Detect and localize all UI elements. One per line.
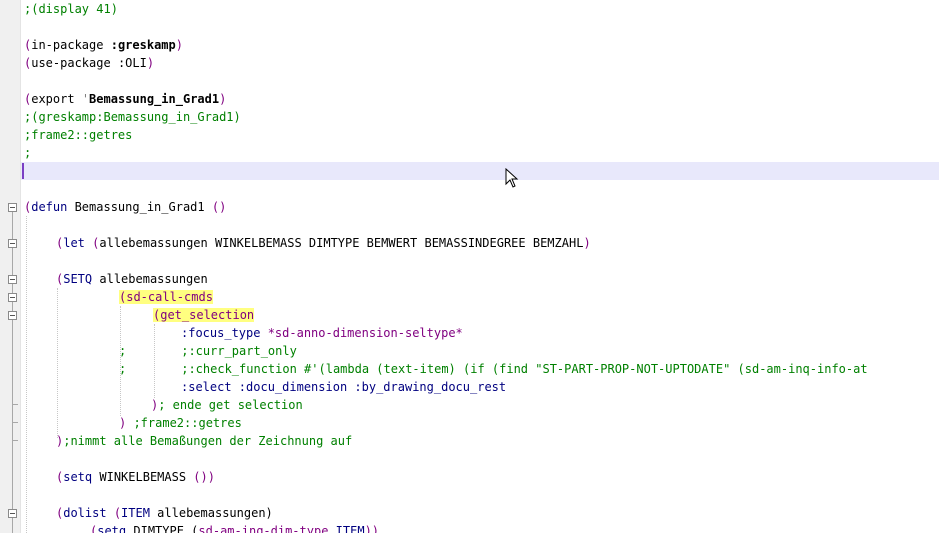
fold-end-tick [12,440,18,441]
variable-name: DIMTYPE ( [126,524,199,533]
text-caret [22,163,24,179]
code-line[interactable]: ); ende get selection [151,396,303,414]
fold-minus-icon[interactable] [8,293,17,302]
code-line[interactable]: ;(display 41) [24,0,118,18]
code-line[interactable]: );nimmt alle Bemaßungen der Zeichnung au… [56,432,352,450]
keyword-arg: :select [181,380,232,394]
code-line[interactable]: (let (allebemassungen WINKELBEMASS DIMTY… [56,234,591,252]
package-keyword: :greskamp [110,38,176,52]
indent-guide [26,216,27,533]
function-call: get_selection [160,308,255,322]
function-call: sd-am-inq-dim-type [198,524,329,533]
current-line-highlight [21,162,939,180]
dolist-keyword: dolist [63,506,107,520]
code-line[interactable]: (SETQ allebemassungen [56,270,208,288]
code-token: use-package [31,56,118,70]
fold-end-tick [12,404,18,405]
fold-minus-icon[interactable] [8,275,17,284]
code-line[interactable]: ; ;:check_function #'(lambda (text-item) … [119,360,868,378]
code-line[interactable]: (get_selection [153,306,255,324]
comment: ;frame2::getres [24,128,133,142]
code-line[interactable]: ; [24,144,31,162]
indent-guide [57,288,58,438]
variable-list: allebemassungen WINKELBEMASS DIMTYPE BEM… [99,236,584,250]
variable-name: ITEM [121,506,150,520]
code-line[interactable]: ) ;frame2::getres [119,414,242,432]
defun-keyword: defun [31,200,68,214]
variable-name: ITEM [328,524,365,533]
code-line[interactable]: :select :docu_dimension :by_drawing_docu… [181,378,506,396]
gutter-separator [20,0,21,533]
setq-keyword: setq [63,470,93,484]
variable-name: allebemassungen) [149,506,273,520]
code-line[interactable]: (use-package :OLI) [24,54,154,72]
code-editor[interactable]: ;(display 41) (in-package :greskamp) (us… [0,0,939,533]
code-token: in-package [31,38,111,52]
let-keyword: let [63,236,85,250]
variable-name: allebemassungen [92,272,208,286]
paren: ()) [193,470,215,484]
function-name: Bemassung_in_Grad1 [67,200,212,214]
paren: ) [219,92,227,106]
comment: ;:curr_part_only [181,344,297,358]
code-line[interactable]: (setq DIMTYPE (sd-am-inq-dim-type ITEM)) [90,522,379,533]
comment: ;:check_function #'(lambda (text-item) (… [181,362,868,376]
code-token: export [31,92,82,106]
keyword-values: :docu_dimension :by_drawing_docu_rest [231,380,507,394]
mouse-pointer-icon [505,168,519,188]
code-line[interactable]: (in-package :greskamp) [24,36,183,54]
fold-end-tick [12,422,18,423]
comment: ;nimmt alle Bemaßungen der Zeichnung auf [63,434,353,448]
comment: ;(greskamp:Bemassung_in_Grad1) [24,110,241,124]
paren: () [211,200,227,214]
setq-keyword: setq [97,524,127,533]
paren: ( [106,506,122,520]
code-line[interactable]: ;frame2::getres [24,126,132,144]
setq-keyword: SETQ [63,272,93,286]
comment: ;frame2::getres [126,416,242,430]
code-line[interactable]: ; ;:curr_part_only [119,342,297,360]
code-line[interactable]: (defun Bemassung_in_Grad1 () [24,198,226,216]
code-line[interactable]: (sd-call-cmds [119,288,213,306]
paren: )) [364,524,380,533]
code-line[interactable]: (setq WINKELBEMASS ()) [56,468,215,486]
code-line[interactable]: (export 'Bemassung_in_Grad1) [24,90,226,108]
paren: ) [583,236,591,250]
fold-gutter [0,0,20,533]
fold-minus-icon[interactable] [8,239,17,248]
code-line[interactable]: ;(greskamp:Bemassung_in_Grad1) [24,108,241,126]
paren: ( [84,236,100,250]
variable-name: *sd-anno-dimension-seltype* [260,326,463,340]
fold-minus-icon[interactable] [8,311,17,320]
package-keyword: :OLI [117,56,147,70]
function-call: sd-call-cmds [126,290,213,304]
paren: ) [175,38,183,52]
comment: ; [24,146,32,160]
keyword-arg: :focus_type [181,326,261,340]
code-line[interactable]: (dolist (ITEM allebemassungen) [56,504,273,522]
fold-minus-icon[interactable] [8,509,17,518]
fold-rule [12,212,13,533]
comment: ; ende get selection [158,398,303,412]
comment: ;(display 41) [24,2,118,16]
code-line[interactable]: :focus_type *sd-anno-dimension-seltype* [181,324,463,342]
symbol-name: Bemassung_in_Grad1 [89,92,220,106]
paren: ) [146,56,155,70]
quote-symbol: ' [81,92,90,106]
fold-minus-icon[interactable] [8,203,17,212]
variable-name: WINKELBEMASS [92,470,194,484]
